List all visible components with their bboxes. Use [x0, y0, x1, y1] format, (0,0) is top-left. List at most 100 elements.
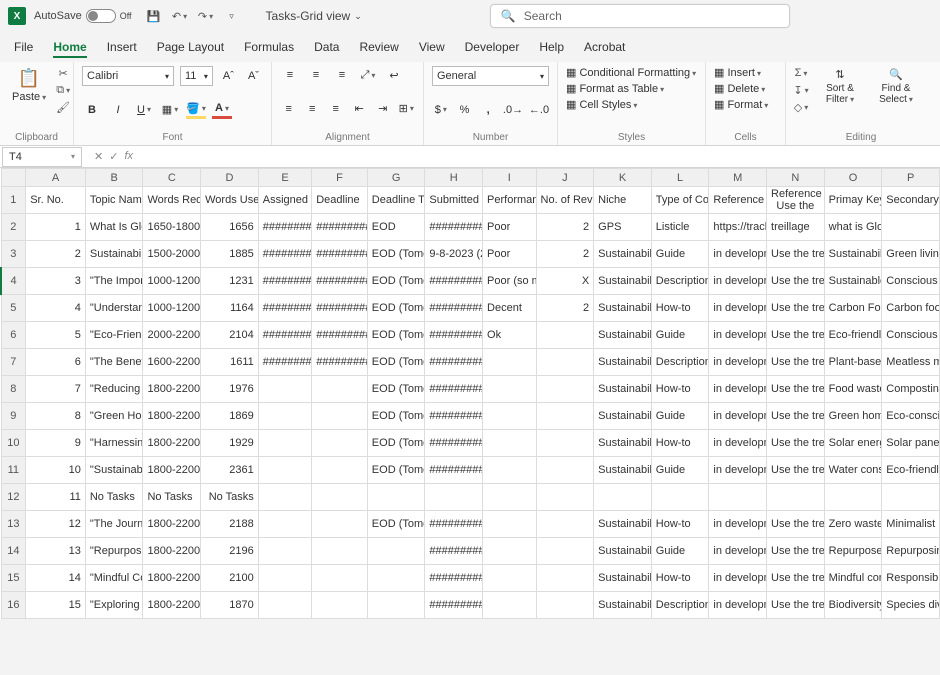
- cell[interactable]: Use the treillage: [767, 376, 825, 403]
- header-cell[interactable]: Deadline Time: [367, 187, 425, 214]
- cell[interactable]: 8: [26, 403, 86, 430]
- cell[interactable]: Guide: [651, 538, 709, 565]
- col-header-L[interactable]: L: [651, 169, 709, 187]
- name-box[interactable]: T4▾: [2, 147, 82, 167]
- col-header-N[interactable]: N: [767, 169, 825, 187]
- borders-button[interactable]: ▦: [160, 101, 180, 119]
- cell[interactable]: #########: [425, 592, 483, 619]
- row-head-10[interactable]: 10: [1, 430, 26, 457]
- cell[interactable]: Food waste: [824, 376, 882, 403]
- format-painter-icon[interactable]: 🖌: [56, 100, 70, 114]
- cell[interactable]: #########: [425, 322, 483, 349]
- cell[interactable]: Sustainability: [594, 403, 652, 430]
- font-name-select[interactable]: Calibri▾: [82, 66, 174, 86]
- fill-icon[interactable]: ↧: [794, 83, 808, 97]
- cell[interactable]: Sustainable: [824, 268, 882, 295]
- cell[interactable]: #########: [258, 322, 312, 349]
- cell[interactable]: Plant-based: [824, 349, 882, 376]
- header-cell[interactable]: Sr. No.: [26, 187, 86, 214]
- cell[interactable]: Conscious living: [882, 268, 940, 295]
- number-format-select[interactable]: General▾: [432, 66, 549, 86]
- cell[interactable]: #########: [258, 214, 312, 241]
- col-header-H[interactable]: H: [425, 169, 483, 187]
- cell[interactable]: Sustainability: [594, 268, 652, 295]
- cell[interactable]: in development: [709, 376, 767, 403]
- cell[interactable]: Repurposing: [882, 538, 940, 565]
- cell[interactable]: No Tasks: [201, 484, 259, 511]
- merge-center-icon[interactable]: ⊞: [398, 100, 416, 118]
- cell[interactable]: Poor: [483, 241, 537, 268]
- cell[interactable]: Sustainability: [824, 241, 882, 268]
- cell[interactable]: [824, 484, 882, 511]
- cell[interactable]: Eco-friendly: [882, 457, 940, 484]
- cell[interactable]: #########: [425, 511, 483, 538]
- cell[interactable]: Use the treillage: [767, 592, 825, 619]
- row-head-7[interactable]: 7: [1, 349, 26, 376]
- row-head-8[interactable]: 8: [1, 376, 26, 403]
- cell[interactable]: "Eco-Friendly: [85, 322, 143, 349]
- qat-more-icon[interactable]: ▿: [224, 8, 240, 24]
- cell[interactable]: "Mindful Consumption: [85, 565, 143, 592]
- cell[interactable]: 9-8-2023 (2: [425, 241, 483, 268]
- cell[interactable]: 2104: [201, 322, 259, 349]
- cell[interactable]: EOD (Tomorrow): [367, 268, 425, 295]
- cell[interactable]: "Repurposing: [85, 538, 143, 565]
- autosave-toggle[interactable]: AutoSave Off: [34, 9, 132, 23]
- cell[interactable]: Sustainability: [594, 511, 652, 538]
- undo-icon[interactable]: ↶: [172, 8, 188, 24]
- cell[interactable]: EOD (Tomorrow): [367, 295, 425, 322]
- cell[interactable]: [536, 403, 594, 430]
- cell[interactable]: Sustainability: [594, 349, 652, 376]
- col-header-M[interactable]: M: [709, 169, 767, 187]
- cell[interactable]: [312, 457, 368, 484]
- cell[interactable]: 1929: [201, 430, 259, 457]
- wrap-text-icon[interactable]: ↩: [384, 66, 404, 84]
- col-header-J[interactable]: J: [536, 169, 594, 187]
- cell[interactable]: [483, 511, 537, 538]
- row-head-11[interactable]: 11: [1, 457, 26, 484]
- cell[interactable]: [258, 511, 312, 538]
- comma-icon[interactable]: ,: [479, 101, 497, 119]
- cell[interactable]: 1500-2000: [143, 241, 201, 268]
- cell[interactable]: 7: [26, 376, 86, 403]
- header-cell[interactable]: Performance: [483, 187, 537, 214]
- header-cell[interactable]: Secondary Key: [882, 187, 940, 214]
- bold-button[interactable]: B: [82, 101, 102, 119]
- cell[interactable]: EOD (Tomorrow): [367, 430, 425, 457]
- cell[interactable]: treillage: [767, 214, 825, 241]
- cell[interactable]: [312, 376, 368, 403]
- tab-formulas[interactable]: Formulas: [244, 38, 294, 58]
- header-cell[interactable]: Assigned Date: [258, 187, 312, 214]
- copy-icon[interactable]: ⧉: [56, 83, 70, 97]
- cell[interactable]: How-to: [651, 376, 709, 403]
- cell[interactable]: Mindful consumption: [824, 565, 882, 592]
- cell[interactable]: 2: [536, 214, 594, 241]
- cell[interactable]: EOD (Tomorrow): [367, 322, 425, 349]
- cell[interactable]: what is Glonass GPS: [824, 214, 882, 241]
- tab-data[interactable]: Data: [314, 38, 339, 58]
- cell[interactable]: [367, 592, 425, 619]
- cell[interactable]: 1611: [201, 349, 259, 376]
- cell[interactable]: Sustainability: [594, 241, 652, 268]
- cell[interactable]: "The Importance: [85, 268, 143, 295]
- cell[interactable]: 15: [26, 592, 86, 619]
- italic-button[interactable]: I: [108, 101, 128, 119]
- cell[interactable]: Use the treillage: [767, 538, 825, 565]
- col-header-K[interactable]: K: [594, 169, 652, 187]
- cell[interactable]: 3: [26, 268, 86, 295]
- col-header-A[interactable]: A: [26, 169, 86, 187]
- cell[interactable]: 1656: [201, 214, 259, 241]
- cell[interactable]: [312, 430, 368, 457]
- cell[interactable]: in development: [709, 565, 767, 592]
- cell[interactable]: Use the treillage: [767, 403, 825, 430]
- cell[interactable]: How-to: [651, 511, 709, 538]
- cell[interactable]: 1800-2200: [143, 457, 201, 484]
- row-head-2[interactable]: 2: [1, 214, 26, 241]
- cell[interactable]: X: [536, 268, 594, 295]
- cell[interactable]: 1870: [201, 592, 259, 619]
- accounting-format-icon[interactable]: $: [432, 101, 450, 119]
- cell[interactable]: Description: [651, 268, 709, 295]
- cell[interactable]: #########: [312, 268, 368, 295]
- cell[interactable]: Sustainability: [594, 295, 652, 322]
- col-header-P[interactable]: P: [882, 169, 940, 187]
